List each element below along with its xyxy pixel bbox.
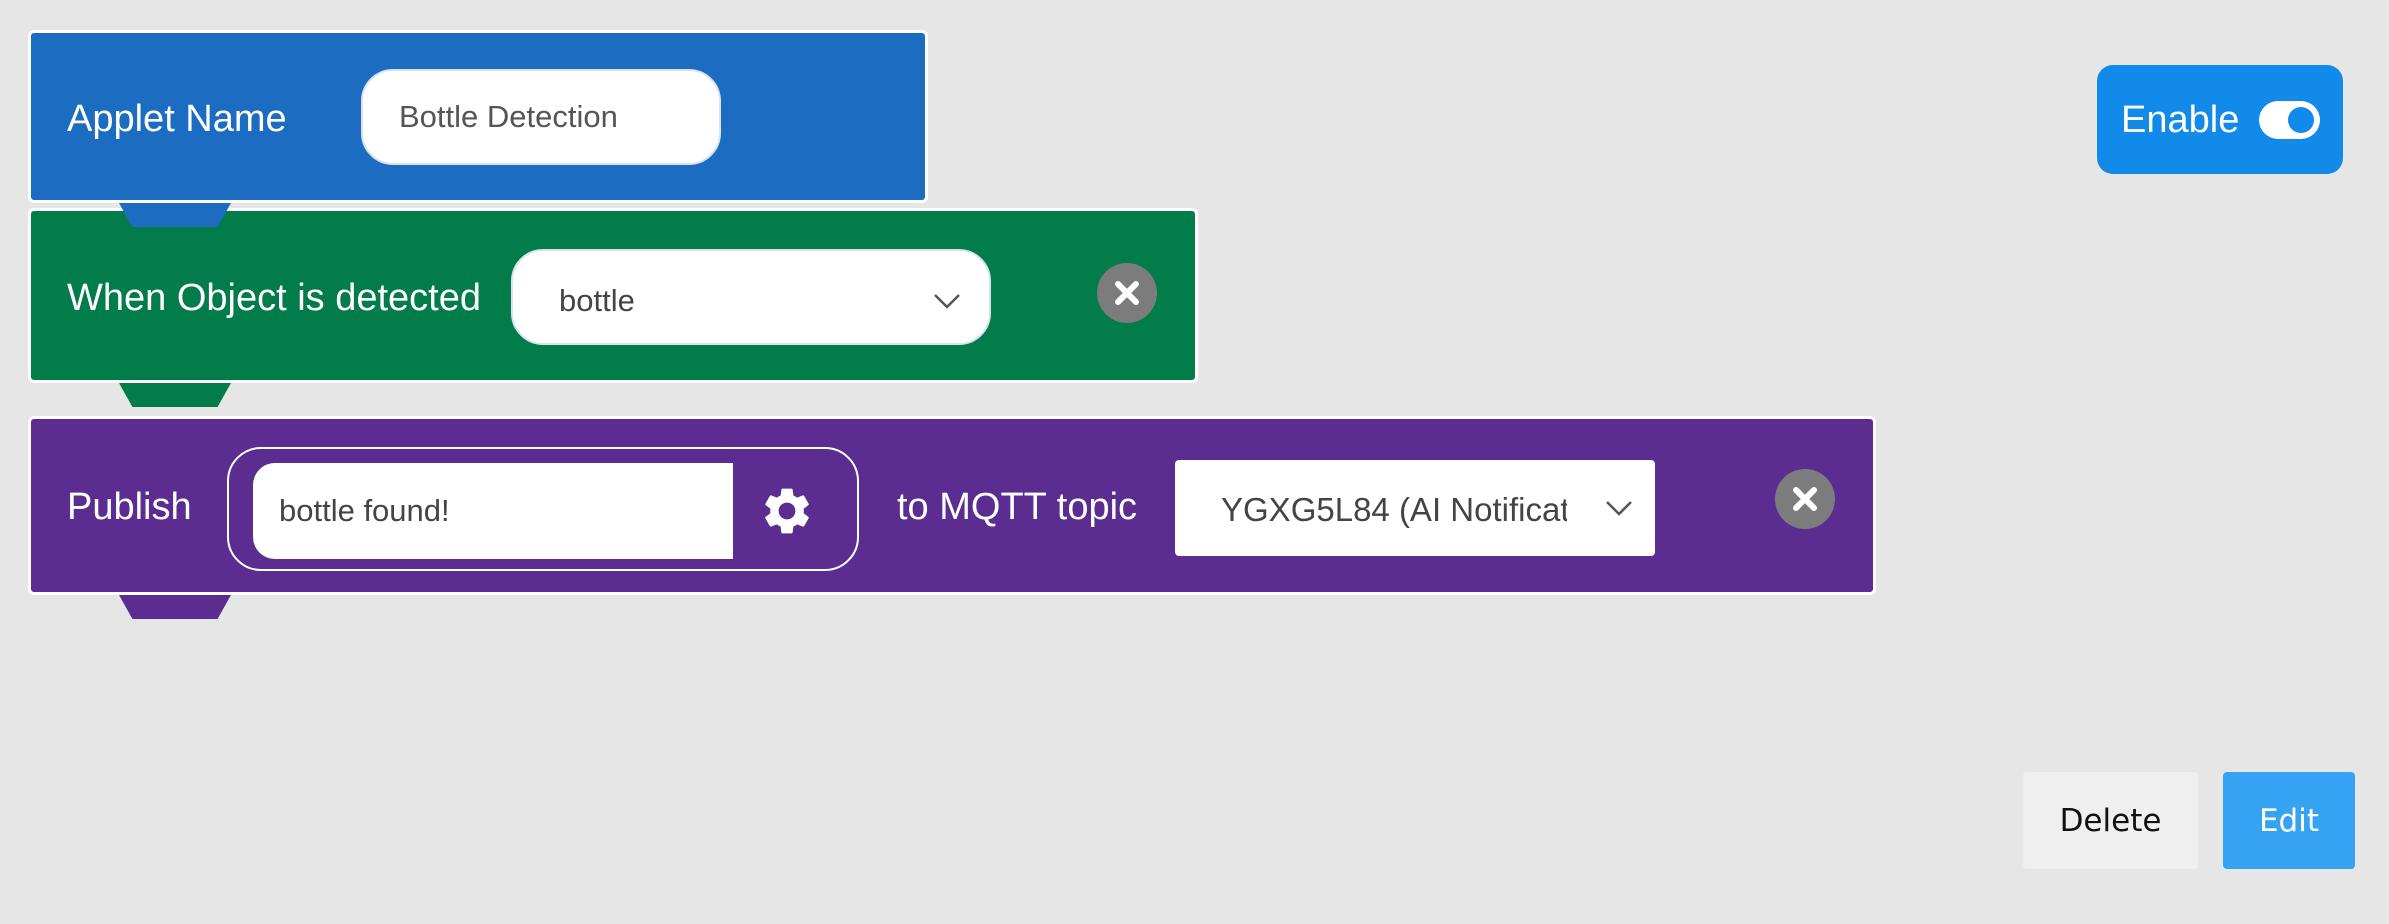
chevron-down-icon	[1606, 501, 1632, 516]
edit-button[interactable]: Edit	[2223, 772, 2355, 869]
applet-name-block: Applet Name	[28, 30, 928, 227]
action-block: Publish to MQTT topic YGXG5L84 (AI Notif…	[28, 416, 1876, 619]
toggle-knob	[2288, 107, 2314, 133]
block-connector	[119, 203, 231, 227]
to-topic-label: to MQTT topic	[897, 486, 1138, 528]
object-select-value: bottle	[559, 283, 635, 318]
block-connector	[119, 595, 231, 619]
toggle-switch[interactable]	[2259, 101, 2320, 139]
enable-label: Enable	[2121, 99, 2240, 141]
object-select[interactable]: bottle	[511, 249, 991, 345]
mqtt-topic-select[interactable]: YGXG5L84 (AI Notificatic	[1175, 460, 1655, 556]
delete-button[interactable]: Delete	[2023, 772, 2198, 869]
gear-icon[interactable]	[759, 483, 815, 539]
applet-name-label: Applet Name	[67, 98, 287, 140]
chevron-down-icon	[934, 294, 960, 309]
message-group	[227, 447, 859, 571]
remove-trigger-button[interactable]	[1097, 263, 1157, 323]
trigger-label: When Object is detected	[67, 277, 481, 319]
mqtt-topic-select-value: YGXG5L84 (AI Notificatic	[1221, 491, 1567, 528]
trigger-block: When Object is detected bottle	[28, 208, 1198, 407]
publish-label: Publish	[67, 486, 192, 528]
remove-action-button[interactable]	[1775, 469, 1835, 529]
close-icon	[1115, 281, 1139, 305]
close-icon	[1793, 487, 1817, 511]
block-connector	[119, 383, 231, 407]
message-input[interactable]	[253, 463, 733, 559]
applet-name-input[interactable]	[361, 69, 721, 165]
enable-toggle-button[interactable]: Enable	[2097, 65, 2343, 174]
